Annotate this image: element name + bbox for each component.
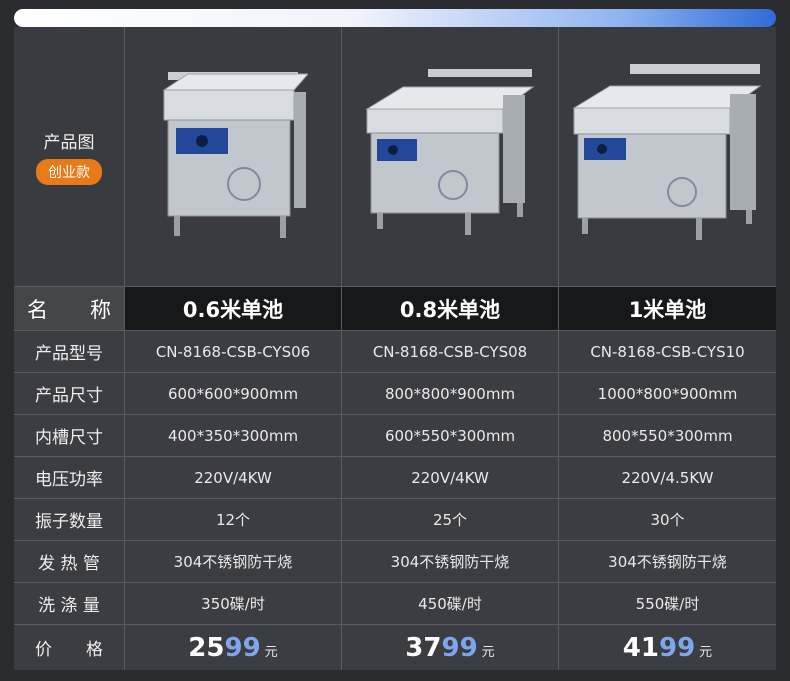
price-row: 价 格 25 99 元 37 99 元 41 99 元 bbox=[14, 625, 776, 670]
product-image-cell-2 bbox=[341, 27, 558, 286]
size-value-1: 600*600*900mm bbox=[124, 373, 341, 414]
size-label: 产品尺寸 bbox=[14, 373, 124, 414]
heater-label: 发 热 管 bbox=[14, 541, 124, 582]
price-1-tail: 99 bbox=[224, 632, 261, 663]
spec-row-transducers: 振子数量 12个 25个 30个 bbox=[14, 499, 776, 541]
spec-row-heater: 发 热 管 304不锈钢防干烧 304不锈钢防干烧 304不锈钢防干烧 bbox=[14, 541, 776, 583]
price-cell-2: 37 99 元 bbox=[341, 625, 558, 670]
dishwasher-image-10 bbox=[572, 64, 762, 240]
price-3-lead: 41 bbox=[622, 632, 659, 663]
tank-size-value-2: 600*550*300mm bbox=[341, 415, 558, 456]
price-1: 25 99 元 bbox=[188, 633, 277, 663]
product-image-cell-3 bbox=[558, 27, 776, 286]
product-image-row: 产品图 创业款 bbox=[14, 27, 776, 287]
spec-row-capacity: 洗 涤 量 350碟/时 450碟/时 550碟/时 bbox=[14, 583, 776, 625]
price-1-unit: 元 bbox=[264, 644, 278, 660]
spec-row-size: 产品尺寸 600*600*900mm 800*800*900mm 1000*80… bbox=[14, 373, 776, 415]
power-value-1: 220V/4KW bbox=[124, 457, 341, 498]
tank-size-label: 内槽尺寸 bbox=[14, 415, 124, 456]
heater-value-1: 304不锈钢防干烧 bbox=[124, 541, 341, 582]
startup-edition-badge: 创业款 bbox=[36, 159, 102, 185]
name-label: 名 称 bbox=[14, 287, 124, 330]
product-name-row: 名 称 0.6米单池 0.8米单池 1米单池 bbox=[14, 287, 776, 331]
capacity-value-1: 350碟/时 bbox=[124, 583, 341, 624]
capacity-value-2: 450碟/时 bbox=[341, 583, 558, 624]
transducers-value-2: 25个 bbox=[341, 499, 558, 540]
dishwasher-image-08 bbox=[364, 69, 535, 235]
transducers-value-3: 30个 bbox=[558, 499, 776, 540]
price-cell-1: 25 99 元 bbox=[124, 625, 341, 670]
power-label: 电压功率 bbox=[14, 457, 124, 498]
spec-row-tank-size: 内槽尺寸 400*350*300mm 600*550*300mm 800*550… bbox=[14, 415, 776, 457]
model-value-1: CN-8168-CSB-CYS06 bbox=[124, 331, 341, 372]
product-name-1: 0.6米单池 bbox=[124, 287, 341, 330]
tank-size-value-1: 400*350*300mm bbox=[124, 415, 341, 456]
capacity-label: 洗 涤 量 bbox=[14, 583, 124, 624]
capacity-value-3: 550碟/时 bbox=[558, 583, 776, 624]
price-3-tail: 99 bbox=[658, 632, 696, 663]
price-2-lead: 37 bbox=[405, 632, 442, 663]
power-value-3: 220V/4.5KW bbox=[558, 457, 776, 498]
product-image-label-cell: 产品图 创业款 bbox=[14, 27, 124, 286]
price-2-tail: 99 bbox=[441, 632, 478, 663]
product-image-label: 产品图 bbox=[43, 133, 95, 153]
size-value-2: 800*800*900mm bbox=[341, 373, 558, 414]
size-value-3: 1000*800*900mm bbox=[558, 373, 776, 414]
price-1-lead: 25 bbox=[188, 632, 225, 663]
power-value-2: 220V/4KW bbox=[341, 457, 558, 498]
transducers-label: 振子数量 bbox=[14, 499, 124, 540]
tank-size-value-3: 800*550*300mm bbox=[558, 415, 776, 456]
spec-row-power: 电压功率 220V/4KW 220V/4KW 220V/4.5KW bbox=[14, 457, 776, 499]
top-gradient-bar bbox=[14, 9, 776, 27]
spec-row-model: 产品型号 CN-8168-CSB-CYS06 CN-8168-CSB-CYS08… bbox=[14, 331, 776, 373]
price-3-unit: 元 bbox=[699, 644, 713, 660]
heater-value-3: 304不锈钢防干烧 bbox=[558, 541, 776, 582]
dishwasher-image-06 bbox=[162, 71, 308, 238]
price-3: 41 99 元 bbox=[623, 633, 712, 663]
product-name-2: 0.8米单池 bbox=[341, 287, 558, 330]
price-2: 37 99 元 bbox=[405, 633, 494, 663]
model-value-2: CN-8168-CSB-CYS08 bbox=[341, 331, 558, 372]
product-image-cell-1 bbox=[124, 27, 341, 286]
product-name-3: 1米单池 bbox=[558, 287, 776, 330]
heater-value-2: 304不锈钢防干烧 bbox=[341, 541, 558, 582]
model-label: 产品型号 bbox=[14, 331, 124, 372]
price-label: 价 格 bbox=[14, 625, 124, 670]
price-2-unit: 元 bbox=[481, 644, 495, 660]
price-cell-3: 41 99 元 bbox=[558, 625, 776, 670]
transducers-value-1: 12个 bbox=[124, 499, 341, 540]
model-value-3: CN-8168-CSB-CYS10 bbox=[558, 331, 776, 372]
